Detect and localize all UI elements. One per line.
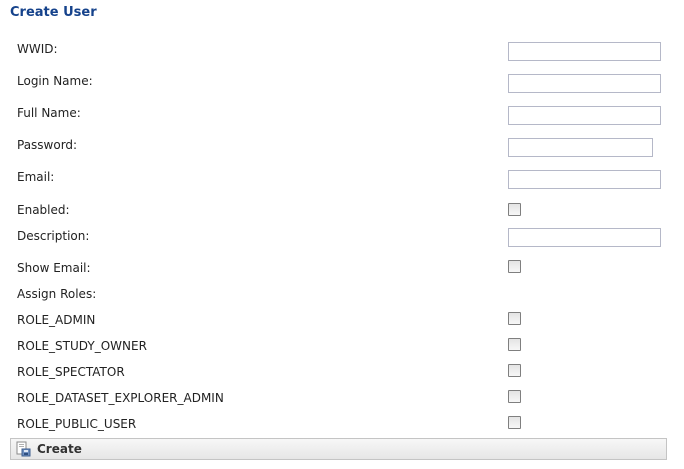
login-name-label: Login Name: xyxy=(17,74,93,88)
role-admin-label: ROLE_ADMIN xyxy=(17,313,96,327)
bottom-toolbar: Create xyxy=(10,438,667,460)
role-dataset-explorer-admin-checkbox[interactable] xyxy=(508,390,521,403)
description-input[interactable] xyxy=(508,228,661,247)
role-spectator-label: ROLE_SPECTATOR xyxy=(17,365,125,379)
role-spectator-checkbox[interactable] xyxy=(508,364,521,377)
role-public-user-label: ROLE_PUBLIC_USER xyxy=(17,417,137,431)
password-input[interactable] xyxy=(508,138,653,157)
show-email-checkbox[interactable] xyxy=(508,260,521,273)
wwid-input[interactable] xyxy=(508,42,661,61)
login-name-input[interactable] xyxy=(508,74,661,93)
enabled-label: Enabled: xyxy=(17,203,70,217)
enabled-checkbox[interactable] xyxy=(508,203,521,216)
role-admin-checkbox[interactable] xyxy=(508,312,521,325)
show-email-label: Show Email: xyxy=(17,261,91,275)
full-name-input[interactable] xyxy=(508,106,661,125)
wwid-label: WWID: xyxy=(17,42,58,56)
role-dataset-explorer-admin-label: ROLE_DATASET_EXPLORER_ADMIN xyxy=(17,391,224,405)
password-label: Password: xyxy=(17,138,78,152)
role-public-user-checkbox[interactable] xyxy=(508,416,521,429)
email-label: Email: xyxy=(17,170,55,184)
email-input[interactable] xyxy=(508,170,661,189)
description-label: Description: xyxy=(17,229,90,243)
page-title: Create User xyxy=(10,5,97,20)
full-name-label: Full Name: xyxy=(17,106,81,120)
create-button-label: Create xyxy=(37,442,82,456)
role-study-owner-label: ROLE_STUDY_OWNER xyxy=(17,339,147,353)
assign-roles-label: Assign Roles: xyxy=(17,287,97,301)
save-icon xyxy=(15,441,31,457)
create-button[interactable]: Create xyxy=(15,440,82,458)
role-study-owner-checkbox[interactable] xyxy=(508,338,521,351)
